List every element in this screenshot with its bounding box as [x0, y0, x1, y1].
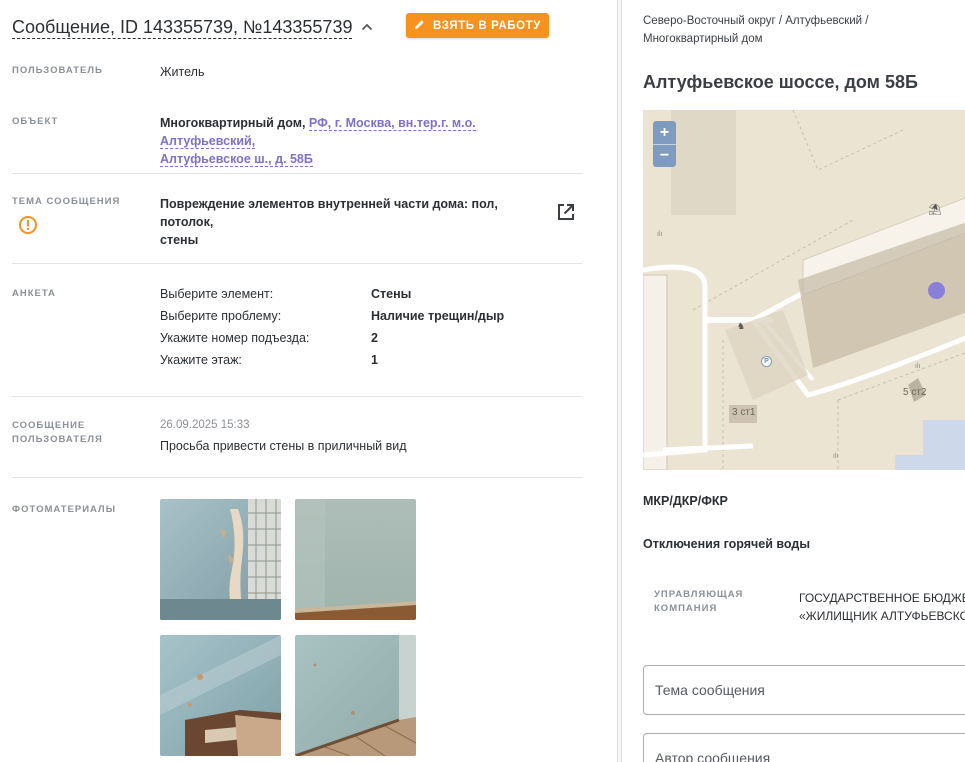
object-value: Многоквартирный дом, РФ, г. Москва, вн.т…: [160, 114, 570, 168]
breadcrumb-line-2[interactable]: Многоквартирный дом: [643, 33, 763, 45]
topic-field: [643, 665, 965, 715]
survey-label: АНКЕТА: [12, 288, 56, 299]
breadcrumb-line-1[interactable]: Северо-Восточный округ / Алтуфьевский /: [643, 15, 869, 27]
management-value-line-1: ГОСУДАРСТВЕННОЕ БЮДЖЕ: [799, 591, 965, 605]
divider: [12, 477, 582, 478]
photo-thumbnail[interactable]: [160, 635, 281, 756]
address-title: Алтуфьевское шоссе, дом 58Б: [643, 72, 918, 92]
chevron-up-icon[interactable]: [356, 16, 378, 38]
object-address-link-2[interactable]: Алтуфьевское ш., д. 58Б: [160, 152, 313, 167]
author-field: [643, 733, 965, 762]
object-label: ОБЪЕКТ: [12, 116, 59, 127]
object-type: Многоквартирный дом,: [160, 116, 306, 130]
divider: [12, 173, 582, 174]
pencil-icon: [414, 19, 425, 33]
topic-value: Повреждение элементов внутренней части д…: [160, 195, 545, 249]
message-details-panel: Сообщение, ID 143355739, №143355739 ВЗЯТ…: [0, 0, 617, 762]
photos-label: ФОТОМАТЕРИАЛЫ: [12, 504, 117, 515]
management-company-value: ГОСУДАРСТВЕННОЕ БЮДЖЕ «ЖИЛИЩНИК АЛТУФЬЕВ…: [799, 589, 965, 625]
user-message-label-line-1: СООБЩЕНИЕ: [12, 420, 86, 431]
management-label-line-2: КОМПАНИЯ: [654, 603, 718, 614]
author-input[interactable]: [644, 734, 965, 762]
survey-answer: Наличие трещин/дыр: [371, 309, 505, 323]
photo-thumbnail[interactable]: [295, 635, 416, 756]
breadcrumb[interactable]: Северо-Восточный округ / Алтуфьевский / …: [643, 12, 943, 48]
divider: [12, 396, 582, 397]
survey-question: Укажите этаж:: [160, 353, 242, 367]
map-zoom-controls: + −: [653, 121, 676, 167]
user-value: Житель: [160, 65, 205, 79]
divider: [12, 263, 582, 264]
survey-question: Укажите номер подъезда:: [160, 331, 310, 345]
svg-text:♞: ♞: [737, 322, 745, 332]
svg-text:ılı: ılı: [833, 453, 839, 460]
survey-question: Выберите элемент:: [160, 287, 274, 301]
topic-input[interactable]: [644, 666, 965, 714]
user-message-label: СООБЩЕНИЕ ПОЛЬЗОВАТЕЛЯ: [12, 419, 103, 447]
management-label-line-1: УПРАВЛЯЮЩАЯ: [654, 589, 744, 600]
page-title[interactable]: Сообщение, ID 143355739, №143355739: [12, 16, 353, 39]
take-to-work-button[interactable]: ВЗЯТЬ В РАБОТУ: [406, 13, 549, 38]
map-marker-icon[interactable]: [928, 282, 945, 299]
zoom-out-button[interactable]: −: [653, 144, 676, 167]
survey-answer: 1: [371, 353, 378, 367]
topic-line-2: стены: [160, 233, 199, 247]
map-building-label: 5 ст2: [903, 387, 927, 398]
program-section-title[interactable]: МКР/ДКР/ФКР: [643, 494, 728, 508]
zoom-in-button[interactable]: +: [653, 121, 676, 144]
topic-line-1: Повреждение элементов внутренней части д…: [160, 197, 498, 229]
survey-answer: Стены: [371, 287, 412, 301]
topic-label: ТЕМА СООБЩЕНИЯ: [12, 196, 121, 207]
external-link-icon[interactable]: [555, 201, 577, 223]
photo-thumbnail[interactable]: [160, 499, 281, 620]
message-header: Сообщение, ID 143355739, №143355739: [12, 14, 378, 40]
parking-icon: P: [761, 356, 772, 367]
photo-thumbnail[interactable]: [295, 499, 416, 620]
object-info-panel: Северо-Восточный округ / Алтуфьевский / …: [622, 0, 965, 762]
user-label: ПОЛЬЗОВАТЕЛЬ: [12, 65, 103, 76]
message-text: Просьба привести стены в приличный вид: [160, 439, 407, 453]
map[interactable]: ılı ılı ılı ⛱ ♞ P 3 ст1 5 ст2 + −: [643, 110, 965, 470]
map-tiles: ılı ılı ılı ⛱ ♞: [643, 110, 965, 470]
warning-circle-icon: [18, 215, 38, 235]
user-message-label-line-2: ПОЛЬЗОВАТЕЛЯ: [12, 434, 103, 445]
svg-text:ılı: ılı: [657, 231, 663, 238]
message-date: 26.09.2025 15:33: [160, 419, 250, 431]
hot-water-section-title[interactable]: Отключения горячей воды: [643, 537, 810, 551]
svg-text:⛱: ⛱: [928, 203, 942, 216]
survey-answer: 2: [371, 331, 378, 345]
svg-text:ılı: ılı: [915, 363, 921, 370]
survey-question: Выберите проблему:: [160, 309, 282, 323]
management-company-label: УПРАВЛЯЮЩАЯ КОМПАНИЯ: [654, 588, 764, 616]
take-to-work-label: ВЗЯТЬ В РАБОТУ: [432, 19, 542, 32]
map-building-label: 3 ст1: [732, 407, 756, 418]
management-value-line-2: «ЖИЛИЩНИК АЛТУФЬЕВСКО: [799, 609, 965, 623]
